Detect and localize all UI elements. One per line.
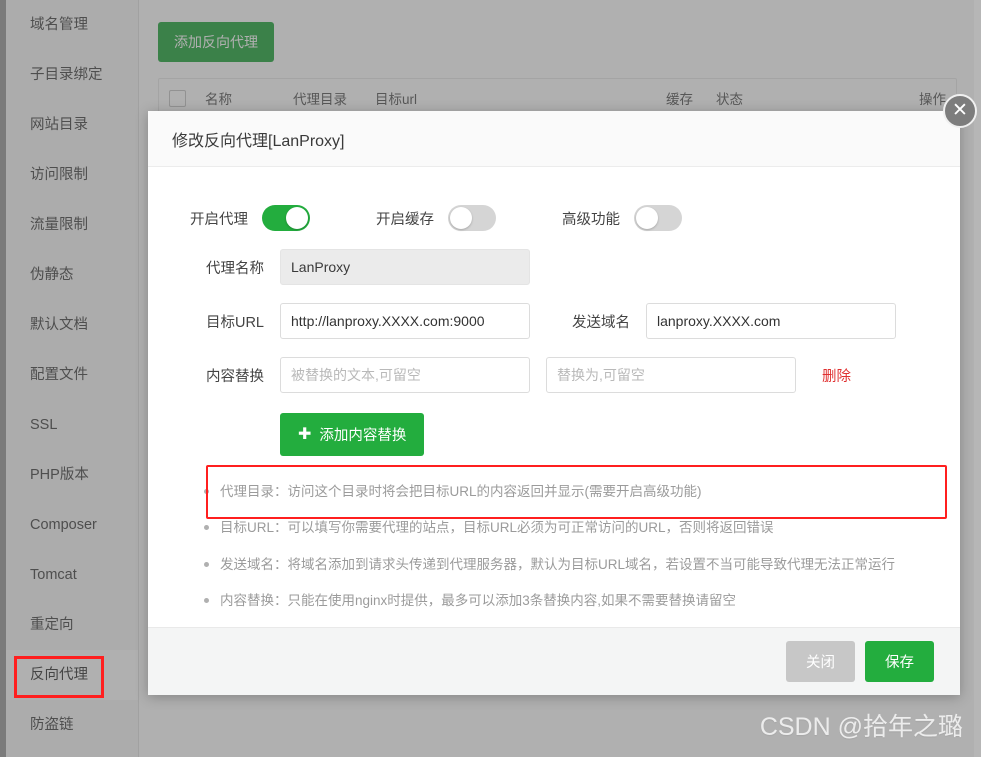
dialog-header: 修改反向代理[LanProxy] xyxy=(148,111,960,167)
add-content-replace-label: 添加内容替换 xyxy=(319,424,406,445)
toggle-label-enable-cache: 开启缓存 xyxy=(376,208,434,229)
form-row-target-url: 目标URL 发送域名 xyxy=(190,303,930,339)
save-button[interactable]: 保存 xyxy=(865,641,934,682)
label-content-replace: 内容替换 xyxy=(190,365,264,386)
toggle-label-advanced: 高级功能 xyxy=(562,208,620,229)
help-item: 代理目录：访问这个目录时将会把目标URL的内容返回并显示(需要开启高级功能) xyxy=(202,482,930,502)
toggle-label-enable-proxy: 开启代理 xyxy=(190,208,248,229)
help-item: 发送域名：将域名添加到请求头传递到代理服务器，默认为目标URL域名，若设置不当可… xyxy=(202,555,930,575)
plus-icon: ✚ xyxy=(298,427,311,443)
content-replace-to-input[interactable] xyxy=(546,357,796,393)
target-url-input[interactable] xyxy=(280,303,530,339)
label-proxy-name: 代理名称 xyxy=(190,257,264,278)
toggle-group-enable-cache: 开启缓存 xyxy=(376,205,496,231)
form-row-proxy-name: 代理名称 xyxy=(190,249,930,285)
help-item: 目标URL：可以填写你需要代理的站点，目标URL必须为可正常访问的URL，否则将… xyxy=(202,518,930,538)
send-domain-input[interactable] xyxy=(646,303,896,339)
label-target-url: 目标URL xyxy=(190,311,264,332)
watermark: CSDN @拾年之璐 xyxy=(760,707,963,743)
toggle-enable-cache[interactable] xyxy=(448,205,496,231)
toggle-knob xyxy=(286,207,308,229)
edit-reverse-proxy-dialog: ✕ 修改反向代理[LanProxy] 开启代理 开启缓存 高级功能 xyxy=(148,111,960,695)
close-icon[interactable]: ✕ xyxy=(943,94,977,128)
toggle-knob xyxy=(450,207,472,229)
toggle-knob xyxy=(636,207,658,229)
dialog-body: 开启代理 开启缓存 高级功能 代理名称 目 xyxy=(148,167,960,627)
delete-replace-link[interactable]: 删除 xyxy=(822,365,851,386)
dialog-title: 修改反向代理[LanProxy] xyxy=(172,127,345,151)
toggle-advanced-function[interactable] xyxy=(634,205,682,231)
label-send-domain: 发送域名 xyxy=(556,311,630,332)
help-list: 代理目录：访问这个目录时将会把目标URL的内容返回并显示(需要开启高级功能) 目… xyxy=(202,482,930,611)
toggle-group-enable-proxy: 开启代理 xyxy=(190,205,310,231)
close-button[interactable]: 关闭 xyxy=(786,641,855,682)
form-row-content-replace: 内容替换 删除 xyxy=(190,357,930,393)
help-item: 内容替换：只能在使用nginx时提供，最多可以添加3条替换内容,如果不需要替换请… xyxy=(202,591,930,611)
toggle-group-advanced: 高级功能 xyxy=(562,205,682,231)
toggle-row: 开启代理 开启缓存 高级功能 xyxy=(190,205,930,231)
add-content-replace-button[interactable]: ✚ 添加内容替换 xyxy=(280,413,424,456)
content-replace-from-input[interactable] xyxy=(280,357,530,393)
dialog-footer: 关闭 保存 xyxy=(148,627,960,695)
toggle-enable-proxy[interactable] xyxy=(262,205,310,231)
proxy-name-input[interactable] xyxy=(280,249,530,285)
